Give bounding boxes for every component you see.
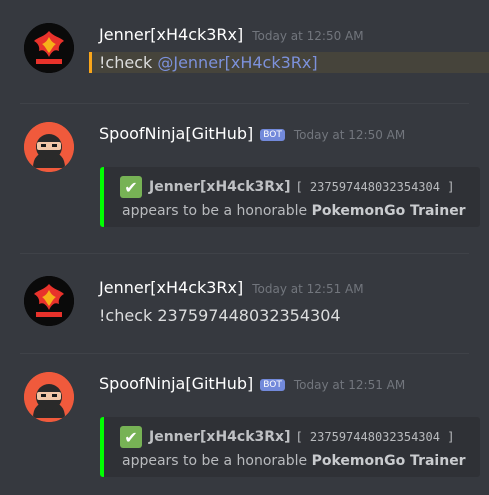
embed-user-id: [ 237597448032354304 ] xyxy=(295,180,455,194)
ninja-icon xyxy=(24,372,74,422)
embed-title: ✔ Jenner[xH4ck3Rx] [ 237597448032354304 … xyxy=(120,176,454,198)
timestamp: Today at 12:51 AM xyxy=(252,282,364,296)
message-divider xyxy=(20,253,469,254)
timestamp: Today at 12:50 AM xyxy=(293,128,406,142)
embed-description-bold: PokemonGo Trainer xyxy=(311,453,466,469)
avatar-team-valor[interactable] xyxy=(24,23,74,73)
username[interactable]: Jenner[xH4ck3Rx] xyxy=(99,25,243,44)
timestamp: Today at 12:51 AM xyxy=(293,378,406,392)
embed: ✔ Jenner[xH4ck3Rx] [ 237597448032354304 … xyxy=(100,417,480,477)
embed-description-text: appears to be a honorable xyxy=(122,203,312,219)
message-divider xyxy=(20,103,469,104)
embed-description: appears to be a honorable PokemonGo Trai… xyxy=(122,453,466,469)
message-content: !check 237597448032354304 xyxy=(99,306,341,325)
embed-username: Jenner[xH4ck3Rx] xyxy=(149,429,291,445)
username[interactable]: SpoofNinja[GitHub] xyxy=(99,124,253,143)
user-mention[interactable]: @Jenner[xH4ck3Rx] xyxy=(157,53,317,72)
embed-title: ✔ Jenner[xH4ck3Rx] [ 237597448032354304 … xyxy=(120,426,454,448)
avatar-team-valor[interactable] xyxy=(24,276,74,326)
message-divider xyxy=(20,353,469,354)
embed-user-id: [ 237597448032354304 ] xyxy=(295,430,455,444)
check-mark-icon: ✔ xyxy=(120,176,142,198)
message-header: SpoofNinja[GitHub] BOT Today at 12:50 AM xyxy=(99,124,405,143)
embed-description-text: appears to be a honorable xyxy=(122,453,312,469)
message-header: Jenner[xH4ck3Rx] Today at 12:51 AM xyxy=(99,278,364,297)
username[interactable]: SpoofNinja[GitHub] xyxy=(99,374,253,393)
embed: ✔ Jenner[xH4ck3Rx] [ 237597448032354304 … xyxy=(100,167,480,227)
username[interactable]: Jenner[xH4ck3Rx] xyxy=(99,278,243,297)
message-header: SpoofNinja[GitHub] BOT Today at 12:51 AM xyxy=(99,374,405,393)
bot-tag: BOT xyxy=(260,129,285,141)
ninja-icon xyxy=(24,122,74,172)
message-content: !check @Jenner[xH4ck3Rx] xyxy=(99,53,318,72)
check-mark-icon: ✔ xyxy=(120,426,142,448)
embed-description: appears to be a honorable PokemonGo Trai… xyxy=(122,203,466,219)
bot-tag: BOT xyxy=(260,379,285,391)
team-valor-icon xyxy=(24,23,74,73)
message-header: Jenner[xH4ck3Rx] Today at 12:50 AM xyxy=(99,25,364,44)
avatar-ninja[interactable] xyxy=(24,122,74,172)
avatar-ninja[interactable] xyxy=(24,372,74,422)
team-valor-icon xyxy=(24,276,74,326)
message-text: !check xyxy=(99,53,158,72)
embed-description-bold: PokemonGo Trainer xyxy=(311,203,466,219)
message-group-1: Jenner[xH4ck3Rx] Today at 12:50 AM !chec… xyxy=(0,0,489,115)
timestamp: Today at 12:50 AM xyxy=(252,29,364,43)
embed-username: Jenner[xH4ck3Rx] xyxy=(149,179,291,195)
